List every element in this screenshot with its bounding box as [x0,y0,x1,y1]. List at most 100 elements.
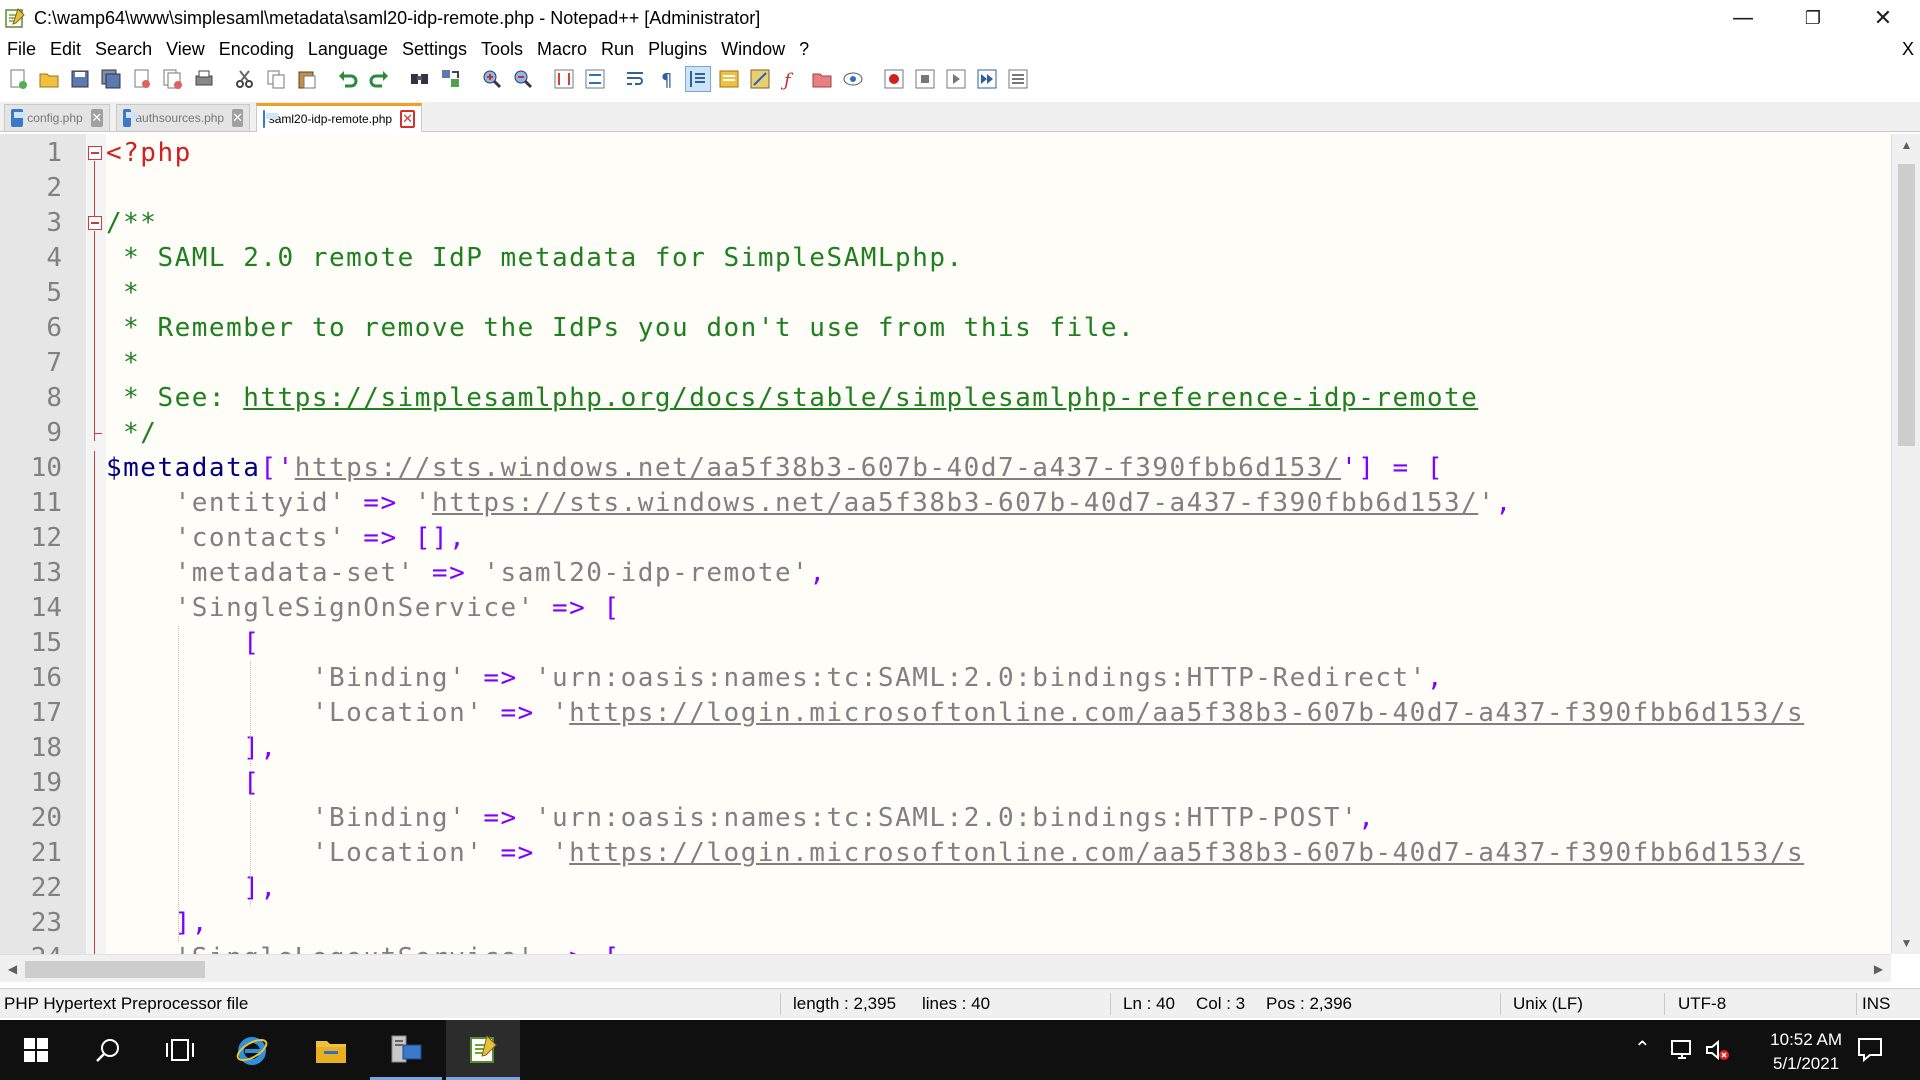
code-line[interactable]: 'SingleLogoutService' => [ [106,941,621,954]
task-view-icon[interactable] [144,1020,216,1080]
code-line[interactable]: * See: https://simplesamlphp.org/docs/st… [106,381,1478,416]
internet-explorer-icon[interactable] [216,1020,288,1080]
document-map-icon[interactable] [747,66,773,92]
status-insert-mode[interactable]: INS [1862,989,1890,1019]
close-icon[interactable] [129,66,155,92]
tab-config-php[interactable]: config.php ✕ [4,104,110,131]
code-line[interactable]: 'Binding' => 'urn:oasis:names:tc:SAML:2.… [106,801,1375,836]
tab-saml20-idp-remote-php[interactable]: saml20-idp-remote.php ✕ [256,103,422,132]
code-line[interactable]: 'Location' => 'https://login.microsofton… [106,696,1804,731]
code-line[interactable]: ], [106,731,278,766]
code-url-link[interactable]: https://sts.windows.net/aa5f38b3-607b-40… [295,453,1341,483]
status-eol[interactable]: Unix (LF) [1513,989,1583,1019]
menu-edit[interactable]: Edit [43,36,88,62]
tab-close-icon[interactable]: ✕ [400,110,415,128]
find-icon[interactable] [407,66,433,92]
copy-icon[interactable] [263,66,289,92]
show-all-chars-icon[interactable]: ¶ [654,66,680,92]
fold-toggle-icon[interactable] [88,216,102,230]
code-line[interactable]: 'Binding' => 'urn:oasis:names:tc:SAML:2.… [106,661,1444,696]
volume-muted-icon[interactable] [1704,1038,1730,1067]
code-line[interactable]: * Remember to remove the IdPs you don't … [106,311,1135,346]
zoom-out-icon[interactable] [510,66,536,92]
monitoring-icon[interactable] [840,66,866,92]
menu-file[interactable]: File [0,36,43,62]
zoom-in-icon[interactable] [479,66,505,92]
menu-settings[interactable]: Settings [395,36,474,62]
code-line[interactable]: 'contacts' => [], [106,521,466,556]
menu-view[interactable]: View [159,36,212,62]
code-line[interactable]: $metadata['https://sts.windows.net/aa5f3… [106,451,1444,486]
sync-vertical-icon[interactable] [551,66,577,92]
menu-encoding[interactable]: Encoding [212,36,301,62]
code-line[interactable]: 'SingleSignOnService' => [ [106,591,621,626]
function-list-icon[interactable]: ƒ [778,66,804,92]
start-windows-icon[interactable] [0,1020,72,1080]
status-encoding[interactable]: UTF-8 [1678,989,1726,1019]
code-line[interactable]: 'entityid' => 'https://sts.windows.net/a… [106,486,1513,521]
tab-close-icon[interactable]: ✕ [90,109,103,127]
code-line[interactable]: * [106,346,140,381]
vertical-scroll-thumb[interactable] [1898,164,1915,446]
save-icon[interactable] [67,66,93,92]
code-url-link[interactable]: https://sts.windows.net/aa5f38b3-607b-40… [432,488,1478,518]
scroll-right-arrow-icon[interactable]: ▶ [1866,958,1891,980]
save-all-icon[interactable] [98,66,124,92]
scroll-down-arrow-icon[interactable]: ▼ [1892,932,1920,954]
code-line[interactable]: [ [106,626,260,661]
code-line[interactable]: * SAML 2.0 remote IdP metadata for Simpl… [106,241,964,276]
code-url-link[interactable]: https://login.microsoftonline.com/aa5f38… [569,698,1804,728]
minimize-button[interactable]: — [1708,0,1778,36]
file-explorer-icon[interactable] [295,1020,367,1080]
code-line[interactable]: 'metadata-set' => 'saml20-idp-remote', [106,556,826,591]
close-window-button[interactable]: ✕ [1848,0,1918,36]
fold-toggle-icon[interactable] [88,146,102,160]
undo-icon[interactable] [335,66,361,92]
scroll-left-arrow-icon[interactable]: ◀ [0,958,25,980]
horizontal-scrollbar[interactable]: ◀ ▶ [0,954,1891,982]
close-all-icon[interactable] [160,66,186,92]
tab-authsources-php[interactable]: authsources.php ✕ [116,104,250,131]
record-macro-icon[interactable] [881,66,907,92]
horizontal-scroll-thumb[interactable] [25,961,205,978]
tab-close-icon[interactable]: ✕ [232,109,243,127]
print-icon[interactable] [191,66,217,92]
code-editor[interactable]: 123456789101112131415161718192021222324 … [0,134,1920,954]
close-document-button[interactable]: X [1902,36,1914,62]
open-file-icon[interactable] [36,66,62,92]
indent-guide-icon[interactable] [685,66,711,92]
run-macro-multiple-icon[interactable] [974,66,1000,92]
notifications-icon[interactable] [1856,1036,1884,1067]
code-url-link[interactable]: https://simplesamlphp.org/docs/stable/si… [243,383,1478,413]
save-macro-icon[interactable] [1005,66,1031,92]
menu-plugins[interactable]: Plugins [641,36,714,62]
code-line[interactable]: ], [106,871,278,906]
menu-window[interactable]: Window [714,36,792,62]
play-macro-icon[interactable] [943,66,969,92]
menu-tools[interactable]: Tools [474,36,530,62]
notepadpp-taskbar-icon[interactable] [446,1020,520,1080]
stop-macro-icon[interactable] [912,66,938,92]
code-line[interactable]: [ [106,766,260,801]
word-wrap-icon[interactable] [623,66,649,92]
replace-icon[interactable] [438,66,464,92]
restore-button[interactable]: ❐ [1778,0,1848,36]
menu-help[interactable]: ? [792,36,816,62]
scroll-up-arrow-icon[interactable]: ▲ [1892,134,1920,156]
code-line[interactable]: /** [106,206,157,241]
folder-workspace-icon[interactable] [809,66,835,92]
code-line[interactable]: ], [106,906,209,941]
search-icon[interactable] [72,1020,144,1080]
paste-icon[interactable] [294,66,320,92]
show-hidden-icons-chevron-icon[interactable]: ⌃ [1634,1036,1651,1060]
sync-horizontal-icon[interactable] [582,66,608,92]
new-file-icon[interactable] [5,66,31,92]
code-area[interactable]: <?php /** * SAML 2.0 remote IdP metadata … [106,134,1891,954]
server-manager-icon[interactable] [370,1020,442,1080]
network-icon[interactable] [1670,1038,1696,1067]
code-line[interactable]: <?php [106,136,192,171]
code-line[interactable]: */ [106,416,157,451]
menu-macro[interactable]: Macro [530,36,594,62]
code-url-link[interactable]: https://login.microsoftonline.com/aa5f38… [569,838,1804,868]
code-line[interactable]: * [106,276,140,311]
